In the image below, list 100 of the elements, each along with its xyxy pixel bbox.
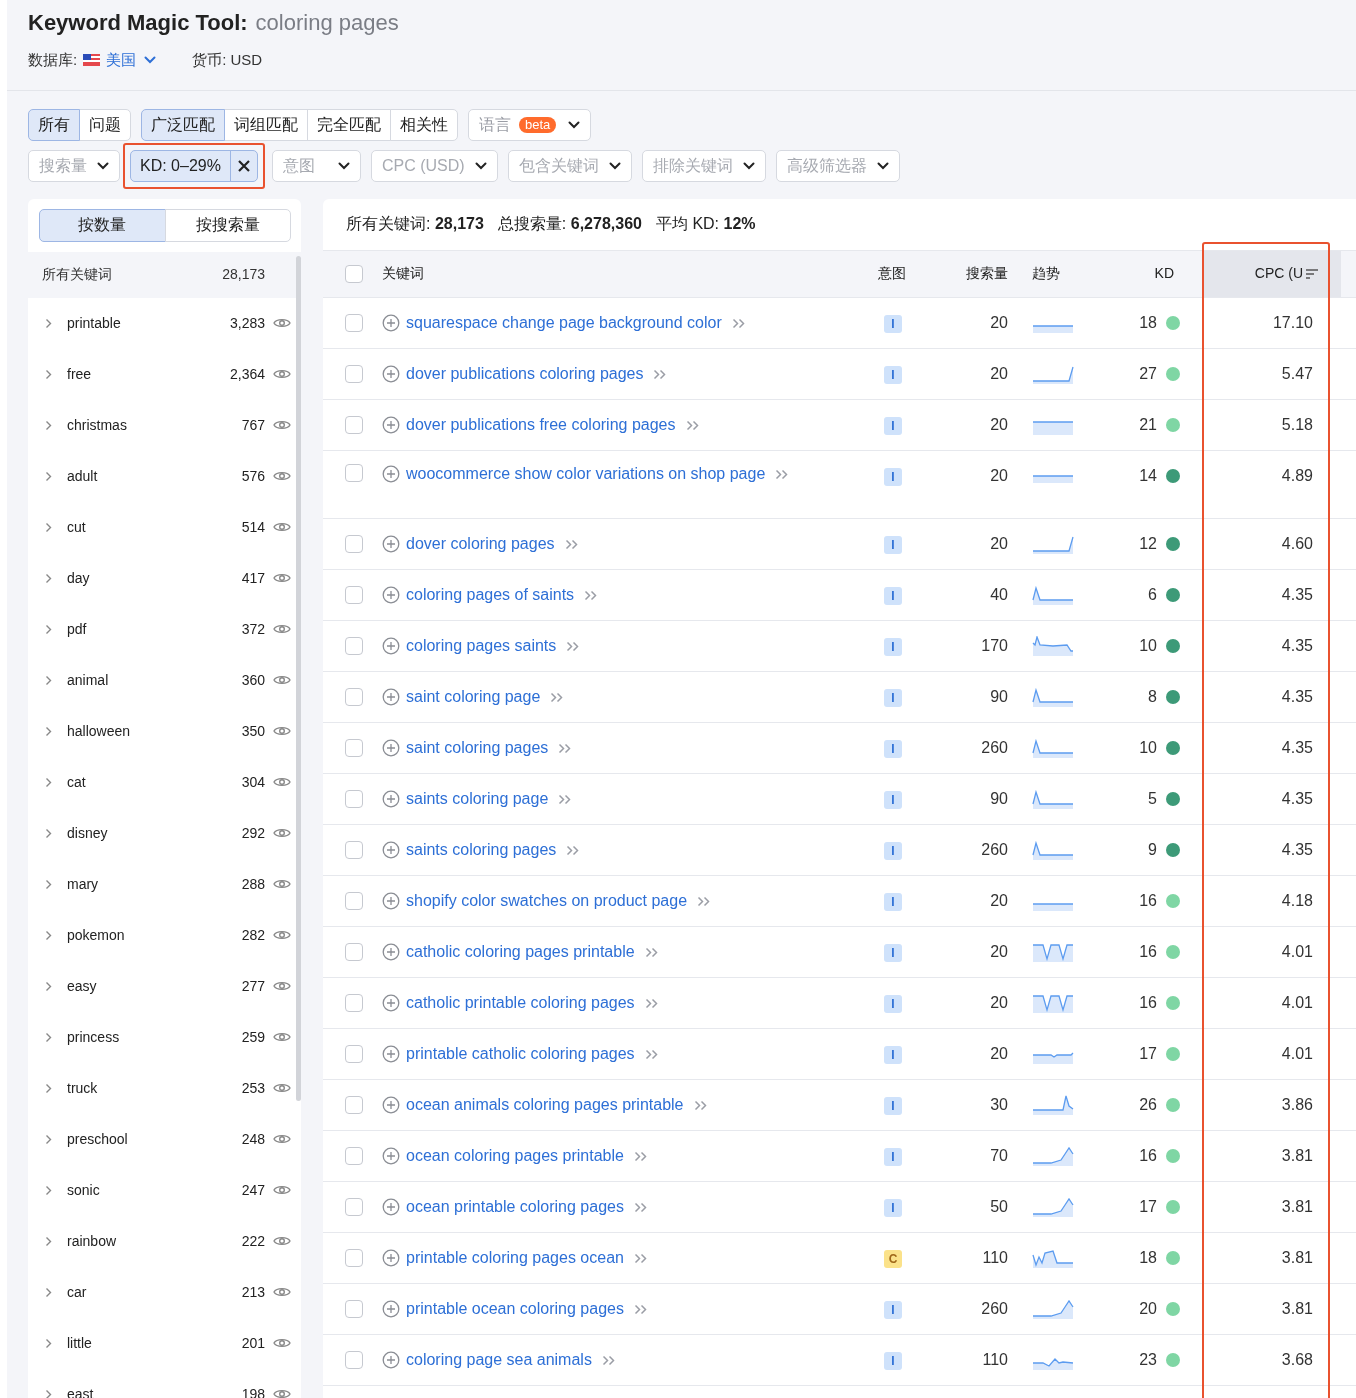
filter-tab[interactable]: 所有 [28, 108, 80, 141]
keyword-group-item[interactable]: truck 253 [28, 1062, 294, 1114]
keyword-group-item[interactable]: animal 360 [28, 654, 294, 706]
add-icon[interactable] [382, 534, 400, 553]
add-icon[interactable] [382, 1044, 400, 1063]
keyword-link[interactable]: shopify color swatches on product page [406, 891, 688, 909]
keyword-link[interactable]: dover publications coloring pages [406, 364, 644, 382]
eye-icon[interactable] [273, 928, 291, 942]
row-checkbox[interactable] [345, 534, 363, 553]
eye-icon[interactable] [273, 571, 291, 585]
row-checkbox[interactable] [345, 789, 363, 808]
double-chevron-icon[interactable] [566, 844, 581, 856]
keyword-link[interactable]: squarespace change page background color [406, 313, 722, 331]
keyword-group-item[interactable]: princess 259 [28, 1011, 294, 1063]
keyword-link[interactable]: printable coloring pages ocean [406, 1248, 624, 1266]
eye-icon[interactable] [273, 367, 291, 381]
keyword-group-item[interactable]: preschool 248 [28, 1113, 294, 1165]
row-checkbox[interactable] [345, 364, 363, 383]
eye-icon[interactable] [273, 673, 291, 687]
double-chevron-icon[interactable] [633, 1303, 648, 1315]
double-chevron-icon[interactable] [731, 317, 746, 329]
keyword-group-item[interactable]: east 198 [28, 1368, 294, 1398]
eye-icon[interactable] [273, 622, 291, 636]
add-icon[interactable] [382, 1095, 400, 1114]
double-chevron-icon[interactable] [644, 997, 659, 1009]
add-icon[interactable] [382, 636, 400, 655]
add-icon[interactable] [382, 1350, 400, 1369]
double-chevron-icon[interactable] [633, 1252, 648, 1264]
sort-toggle[interactable]: 按数量 [39, 208, 166, 242]
keyword-link[interactable]: saints coloring page [406, 789, 549, 807]
add-icon[interactable] [382, 840, 400, 859]
row-checkbox[interactable] [345, 1299, 363, 1318]
eye-icon[interactable] [273, 877, 291, 891]
filter-tab[interactable]: 完全匹配 [307, 108, 391, 141]
keyword-group-item[interactable]: day 417 [28, 552, 294, 604]
keyword-link[interactable]: woocommerce show color variations on shop page [406, 464, 766, 482]
double-chevron-icon[interactable] [633, 1150, 648, 1162]
add-icon[interactable] [382, 789, 400, 808]
keyword-link[interactable]: catholic coloring pages printable [406, 942, 635, 960]
add-icon[interactable] [382, 1146, 400, 1165]
add-icon[interactable] [382, 891, 400, 910]
column-header[interactable]: CPC (U [1203, 250, 1341, 297]
double-chevron-icon[interactable] [550, 691, 565, 703]
database-dropdown[interactable]: 美国 [83, 49, 157, 72]
double-chevron-icon[interactable] [693, 1099, 708, 1111]
row-checkbox[interactable] [345, 1248, 363, 1267]
eye-icon[interactable] [273, 775, 291, 789]
double-chevron-icon[interactable] [685, 419, 700, 431]
double-chevron-icon[interactable] [644, 1048, 659, 1060]
close-icon[interactable] [237, 159, 250, 172]
keyword-group-item[interactable]: printable 3,283 [28, 297, 294, 349]
add-icon[interactable] [382, 464, 400, 483]
add-icon[interactable] [382, 942, 400, 961]
eye-icon[interactable] [273, 826, 291, 840]
double-chevron-icon[interactable] [564, 538, 579, 550]
keyword-link[interactable]: ocean printable coloring pages [406, 1197, 624, 1215]
row-checkbox[interactable] [345, 1044, 363, 1063]
double-chevron-icon[interactable] [566, 640, 581, 652]
double-chevron-icon[interactable] [775, 468, 790, 480]
keyword-group-item[interactable]: little 201 [28, 1317, 294, 1369]
keyword-group-item[interactable]: cat 304 [28, 756, 294, 808]
row-checkbox[interactable] [345, 1095, 363, 1114]
add-icon[interactable] [382, 993, 400, 1012]
keyword-group-item[interactable]: disney 292 [28, 807, 294, 859]
row-checkbox[interactable] [345, 891, 363, 910]
add-icon[interactable] [382, 585, 400, 604]
keyword-group-item[interactable]: halloween 350 [28, 705, 294, 757]
keyword-link[interactable]: printable catholic coloring pages [406, 1044, 635, 1062]
eye-icon[interactable] [273, 1387, 291, 1398]
filter-tab[interactable]: 广泛匹配 [141, 108, 225, 141]
keyword-link[interactable]: dover coloring pages [406, 534, 555, 552]
filter-tab[interactable]: 词组匹配 [224, 108, 308, 141]
keyword-group-item[interactable]: car 213 [28, 1266, 294, 1318]
filter-tab[interactable]: 相关性 [390, 108, 458, 141]
row-checkbox[interactable] [345, 313, 363, 332]
row-checkbox[interactable] [345, 942, 363, 961]
column-header[interactable]: 趋势 [1008, 250, 1108, 297]
keyword-link[interactable]: dover publications free coloring pages [406, 415, 676, 433]
eye-icon[interactable] [273, 1081, 291, 1095]
column-header[interactable]: 意图 [834, 250, 926, 297]
keyword-group-item[interactable]: pdf 372 [28, 603, 294, 655]
add-icon[interactable] [382, 1248, 400, 1267]
double-chevron-icon[interactable] [584, 589, 599, 601]
keyword-link[interactable]: ocean animals coloring pages printable [406, 1095, 684, 1113]
keyword-group-item[interactable]: rainbow 222 [28, 1215, 294, 1267]
keyword-group-item[interactable]: free 2,364 [28, 348, 294, 400]
keyword-link[interactable]: saint coloring pages [406, 738, 549, 756]
keyword-link[interactable]: coloring page sea animals [406, 1350, 592, 1368]
double-chevron-icon[interactable] [697, 895, 712, 907]
row-checkbox[interactable] [345, 840, 363, 859]
row-checkbox[interactable] [345, 1146, 363, 1165]
double-chevron-icon[interactable] [558, 742, 573, 754]
double-chevron-icon[interactable] [644, 946, 659, 958]
eye-icon[interactable] [273, 1030, 291, 1044]
keyword-link[interactable]: ocean coloring pages printable [406, 1146, 624, 1164]
sort-toggle[interactable]: 按搜索量 [164, 208, 291, 242]
double-chevron-icon[interactable] [653, 368, 668, 380]
scrollbar[interactable] [296, 255, 301, 1101]
eye-icon[interactable] [273, 1183, 291, 1197]
double-chevron-icon[interactable] [558, 793, 573, 805]
